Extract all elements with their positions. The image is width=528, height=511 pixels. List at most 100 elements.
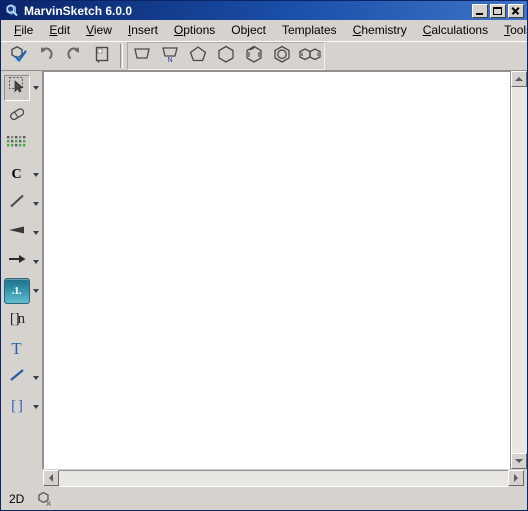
menu-object-mnemonic: O (231, 23, 241, 37)
sidebar-item-reaction-arrow-tool[interactable] (2, 247, 42, 276)
reaction-arrow-tool-button[interactable] (4, 249, 30, 275)
menu-bar: File Edit View Insert Options Object Tem… (1, 20, 527, 41)
structure-checker-icon (8, 44, 28, 69)
sidebar-item-selection-tool[interactable] (2, 73, 42, 102)
sidebar-item-bond-tool[interactable] (2, 189, 42, 218)
atom-tool-dropdown-arrow[interactable] (32, 172, 39, 177)
marvin-magnifier-hexagon-icon[interactable] (4, 3, 20, 19)
markush-tool-button[interactable] (4, 133, 30, 159)
sidebar-item-graphic-line-tool[interactable] (2, 363, 42, 392)
cyclopentane-template-button[interactable] (184, 43, 212, 69)
canvas-scroll-row (43, 71, 527, 469)
reaction-arrow-tool-dropdown-arrow[interactable] (32, 259, 39, 264)
pyrrole-nitrogen-label: N (167, 57, 172, 64)
wedge-bond-tool-dropdown-arrow[interactable] (32, 230, 39, 235)
sketch-canvas[interactable] (43, 71, 510, 469)
horizontal-scroll-trough[interactable] (59, 469, 508, 487)
graphic-line-icon (7, 365, 27, 390)
horizontal-scrollbar[interactable] (43, 469, 524, 487)
undo-icon (36, 44, 56, 69)
sidebar-item-bracket-tool[interactable]: [ ] (2, 392, 42, 421)
eraser-icon (7, 104, 27, 129)
marquee-arrow-icon (7, 75, 27, 100)
menu-view-mnemonic: V (86, 23, 94, 37)
menu-templates[interactable]: Templates (274, 21, 345, 39)
close-button[interactable] (508, 3, 524, 18)
menu-edit-rest: dit (57, 23, 71, 37)
polymer-bracket-icon: [ ]n (9, 311, 25, 327)
cyclopentadiene-template-button[interactable] (128, 43, 156, 69)
menu-calculations[interactable]: Calculations (415, 21, 496, 39)
reaction-arrow-icon (6, 249, 28, 274)
bracket-tool-dropdown-arrow[interactable] (32, 404, 39, 409)
minimize-button[interactable] (472, 3, 488, 18)
menu-object-rest: bject (240, 23, 266, 37)
redo-button[interactable] (60, 43, 88, 69)
cyclohexane-template-icon (215, 44, 237, 69)
menu-insert-rest: nsert (131, 23, 158, 37)
cyclohexane-template-button[interactable] (212, 43, 240, 69)
naphthalene-template-icon (297, 44, 323, 69)
bracket-icon: [ ] (11, 398, 23, 414)
menu-calculations-rest: alculations (431, 23, 489, 37)
chevron-right-icon (514, 473, 518, 482)
atom-tool-button[interactable]: C (4, 162, 30, 188)
menu-view-rest: iew (93, 23, 112, 37)
menu-options[interactable]: Options (166, 21, 223, 39)
menu-templates-rest: emplates (287, 23, 337, 37)
single-bond-icon (7, 191, 27, 216)
sidebar-item-markush-tool[interactable] (2, 131, 42, 160)
text-tool-button[interactable]: T (4, 336, 30, 362)
maximize-button[interactable] (490, 3, 506, 18)
sidebar-item-wedge-bond-tool[interactable] (2, 218, 42, 247)
undo-button[interactable] (32, 43, 60, 69)
sidebar-item-eraser-tool[interactable] (2, 102, 42, 131)
naphthalene-template-button[interactable] (296, 43, 324, 69)
window-controls (472, 3, 524, 18)
atom-map-icon: .1. (11, 284, 22, 297)
menu-object[interactable]: Object (223, 21, 274, 39)
sidebar-item-atom-map-tool[interactable]: .1. (2, 276, 42, 305)
polymer-bracket-tool-button[interactable]: [ ]n (4, 307, 30, 333)
atom-map-tool-dropdown-arrow[interactable] (32, 288, 39, 293)
sidebar-item-polymer-bracket-tool[interactable]: [ ]n (2, 305, 42, 334)
menu-tools[interactable]: Tools (496, 21, 527, 39)
clean-structure-icon (92, 44, 112, 69)
selection-tool-dropdown-arrow[interactable] (32, 85, 39, 90)
menu-insert[interactable]: Insert (120, 21, 166, 39)
bond-tool-button[interactable] (4, 191, 30, 217)
menu-view[interactable]: View (78, 21, 120, 39)
bond-tool-dropdown-arrow[interactable] (32, 201, 39, 206)
sidebar-item-text-tool[interactable]: T (2, 334, 42, 363)
atom-map-tool-button[interactable]: .1. (3, 277, 30, 304)
title-bar[interactable]: MarvinSketch 6.0.0 (1, 1, 527, 20)
graphic-line-tool-dropdown-arrow[interactable] (32, 375, 39, 380)
structure-checker-button[interactable] (4, 43, 32, 69)
menu-options-rest: ptions (183, 23, 216, 37)
menu-file[interactable]: File (6, 21, 41, 39)
text-t-icon: T (11, 338, 22, 358)
menu-chemistry[interactable]: Chemistry (345, 21, 415, 39)
eraser-tool-button[interactable] (4, 104, 30, 130)
benzene-circle-template-button[interactable] (268, 43, 296, 69)
sidebar-item-atom-tool[interactable]: C (2, 160, 42, 189)
wedge-bond-tool-button[interactable] (4, 220, 30, 246)
menu-edit[interactable]: Edit (41, 21, 78, 39)
vertical-scroll-trough[interactable] (511, 87, 527, 453)
bracket-tool-button[interactable]: [ ] (4, 394, 30, 420)
clean-structure-button[interactable] (88, 43, 116, 69)
scroll-up-button[interactable] (511, 71, 527, 87)
structure-check-none-icon[interactable] (36, 490, 54, 508)
scroll-left-button[interactable] (43, 469, 59, 486)
vertical-scrollbar[interactable] (510, 71, 527, 469)
window-title: MarvinSketch 6.0.0 (24, 3, 133, 18)
chevron-up-icon (515, 77, 523, 81)
benzene-kekule-template-button[interactable] (240, 43, 268, 69)
pyrrole-template-icon: N (159, 44, 181, 69)
selection-tool-button[interactable] (3, 74, 30, 101)
pyrrole-template-button[interactable]: N (156, 43, 184, 69)
scroll-down-button[interactable] (511, 453, 527, 469)
menu-chemistry-rest: hemistry (361, 23, 407, 37)
graphic-line-tool-button[interactable] (4, 365, 30, 391)
scroll-right-button[interactable] (508, 469, 524, 486)
